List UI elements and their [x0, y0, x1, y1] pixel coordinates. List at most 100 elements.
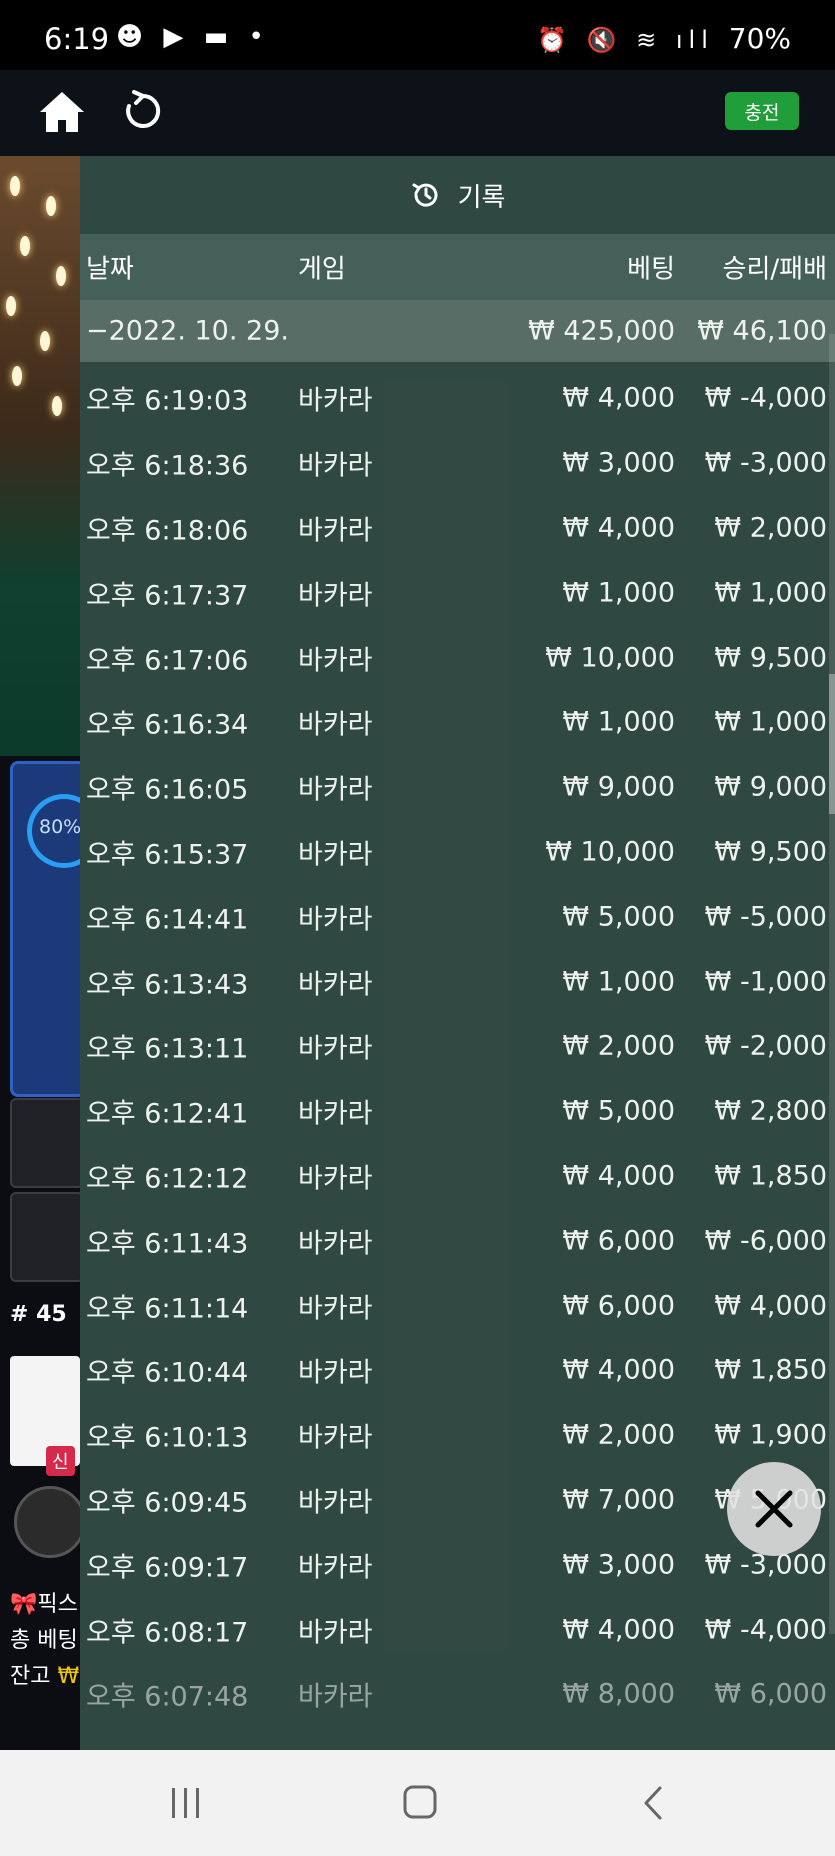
light-bulb — [56, 266, 66, 286]
row-bet: ₩ 5,000 — [562, 1095, 675, 1127]
recent-apps-icon[interactable] — [168, 1786, 204, 1824]
row-time: 오후 6:07:48 — [86, 1681, 249, 1713]
table-row[interactable]: 오후 6:12:41 바카라 ₩ 5,000 ₩ 2,800 — [80, 1079, 835, 1144]
history-title: 기록 — [457, 182, 506, 213]
row-time: 오후 6:08:17 — [86, 1617, 249, 1649]
light-bulb — [52, 396, 62, 416]
column-result: 승리/패배 — [722, 254, 827, 285]
table-row[interactable]: 오후 6:07:48 바카라 ₩ 8,000 ₩ 6,000 — [80, 1662, 835, 1727]
row-game: 바카라 — [298, 1098, 373, 1130]
row-time: 오후 6:14:41 — [86, 904, 249, 936]
balance-line: 잔고 ₩ — [10, 1658, 79, 1690]
row-result: ₩ 1,000 — [714, 706, 827, 738]
row-bet: ₩ 5,000 — [562, 901, 675, 933]
row-bet: ₩ 2,000 — [562, 1030, 675, 1062]
close-icon[interactable] — [727, 1462, 821, 1556]
row-time: 오후 6:16:34 — [86, 709, 249, 741]
table-row[interactable]: 오후 6:19:03 바카라 ₩ 4,000 ₩ -4,000 — [80, 366, 835, 431]
group-total-result: ₩ 46,100 — [697, 315, 827, 347]
table-row[interactable]: 오후 6:17:06 바카라 ₩ 10,000 ₩ 9,500 — [80, 625, 835, 690]
column-bet: 베팅 — [627, 254, 675, 285]
row-bet: ₩ 4,000 — [562, 1354, 675, 1386]
table-row[interactable]: 오후 6:16:34 바카라 ₩ 1,000 ₩ 1,000 — [80, 690, 835, 755]
date-group-row[interactable]: −2022. 10. 29. ₩ 425,000 ₩ 46,100 — [80, 300, 835, 362]
history-icon — [412, 183, 438, 207]
table-row[interactable]: 오후 6:13:43 바카라 ₩ 1,000 ₩ -1,000 — [80, 949, 835, 1014]
row-game: 바카라 — [298, 580, 373, 612]
row-bet: ₩ 1,000 — [562, 577, 675, 609]
table-row[interactable]: 오후 6:08:17 바카라 ₩ 4,000 ₩ -4,000 — [80, 1597, 835, 1662]
row-game: 바카라 — [298, 904, 373, 936]
row-game: 바카라 — [298, 450, 373, 482]
charge-button[interactable]: 충전 — [725, 92, 799, 130]
light-bulb — [20, 236, 30, 256]
row-bet: ₩ 1,000 — [562, 706, 675, 738]
row-result: ₩ 9,500 — [714, 836, 827, 868]
row-result: ₩ -3,000 — [704, 447, 827, 479]
table-row[interactable]: 오후 6:11:43 바카라 ₩ 6,000 ₩ -6,000 — [80, 1208, 835, 1273]
refresh-icon[interactable] — [120, 88, 166, 134]
table-row[interactable]: 오후 6:14:41 바카라 ₩ 5,000 ₩ -5,000 — [80, 884, 835, 949]
row-game: 바카라 — [298, 1681, 373, 1713]
table-row[interactable]: 오후 6:17:37 바카라 ₩ 1,000 ₩ 1,000 — [80, 560, 835, 625]
row-game: 바카라 — [298, 1228, 373, 1260]
back-icon[interactable] — [640, 1786, 666, 1824]
row-result: ₩ 9,000 — [714, 771, 827, 803]
row-result: ₩ 6,000 — [714, 1678, 827, 1710]
row-result: ₩ 1,850 — [714, 1354, 827, 1386]
light-bulb — [40, 331, 50, 351]
player-button[interactable] — [10, 1098, 80, 1188]
light-bulb — [12, 366, 22, 386]
nav-home-icon[interactable] — [402, 1784, 438, 1824]
game-background: 80% # 45 신 🎀픽스 총 베팅 잔고 ₩ — [0, 156, 80, 1750]
status-bar: 6:19 ☻ ▶ ▬ • ⏰ 🔇 ≋ ıll 70% — [0, 0, 835, 70]
table-row[interactable]: 오후 6:18:36 바카라 ₩ 3,000 ₩ -3,000 — [80, 431, 835, 496]
table-row[interactable]: 오후 6:09:45바카라₩ 7,000₩ 5,000 — [80, 1468, 835, 1533]
table-row[interactable]: 오후 6:10:44 바카라 ₩ 4,000 ₩ 1,850 — [80, 1338, 835, 1403]
table-row[interactable]: 오후 6:15:37 바카라 ₩ 10,000 ₩ 9,500 — [80, 820, 835, 885]
battery-level: 70% — [728, 22, 791, 55]
row-time: 오후 6:18:36 — [86, 450, 249, 482]
row-result: ₩ 1,850 — [714, 1160, 827, 1192]
row-time: 오후 6:09:17 — [86, 1552, 249, 1584]
system-status-icons: ⏰ 🔇 ≋ ıll — [537, 26, 714, 54]
row-result: ₩ 2,000 — [714, 512, 827, 544]
row-time: 오후 6:12:41 — [86, 1098, 249, 1130]
row-time: 오후 6:11:14 — [86, 1293, 249, 1325]
row-game: 바카라 — [298, 1357, 373, 1389]
row-game: 바카라 — [298, 709, 373, 741]
row-game: 바카라 — [298, 1422, 373, 1454]
chip-icon[interactable] — [14, 1486, 80, 1558]
row-time: 오후 6:13:43 — [86, 969, 249, 1001]
row-game: 바카라 — [298, 774, 373, 806]
row-game: 바카라 — [298, 1033, 373, 1065]
table-row[interactable]: 오후 6:18:06 바카라 ₩ 4,000 ₩ 2,000 — [80, 496, 835, 561]
table-row[interactable]: 오후 6:13:11 바카라 ₩ 2,000 ₩ -2,000 — [80, 1014, 835, 1079]
group-total-bet: ₩ 425,000 — [528, 315, 675, 347]
history-title-bar: 기록 — [80, 156, 835, 234]
table-row[interactable]: 오후 6:11:14 바카라 ₩ 6,000 ₩ 4,000 — [80, 1273, 835, 1338]
table-row[interactable]: 오후 6:16:05 바카라 ₩ 9,000 ₩ 9,000 — [80, 755, 835, 820]
row-bet: ₩ 7,000 — [562, 1484, 675, 1516]
row-game: 바카라 — [298, 1293, 373, 1325]
row-result: ₩ -1,000 — [704, 966, 827, 998]
group-date: −2022. 10. 29. — [86, 315, 289, 347]
table-row[interactable]: 오후 6:12:12 바카라 ₩ 4,000 ₩ 1,850 — [80, 1144, 835, 1209]
row-bet: ₩ 8,000 — [562, 1678, 675, 1710]
row-bet: ₩ 4,000 — [562, 512, 675, 544]
system-status: ⏰ 🔇 ≋ ıll 70% — [537, 22, 791, 55]
table-row[interactable]: 오후 6:10:13 바카라 ₩ 2,000 ₩ 1,900 — [80, 1403, 835, 1468]
round-number: # 45 — [10, 1302, 67, 1327]
row-result: ₩ 1,000 — [714, 577, 827, 609]
scrollbar[interactable] — [829, 334, 835, 1634]
row-time: 오후 6:19:03 — [86, 385, 249, 417]
home-icon[interactable] — [38, 90, 86, 134]
table-header: 날짜 게임 베팅 승리/패배 — [80, 234, 835, 300]
row-time: 오후 6:09:45 — [86, 1487, 249, 1519]
table-row[interactable]: 오후 6:09:17 바카라 ₩ 3,000 ₩ -3,000 — [80, 1532, 835, 1597]
row-time: 오후 6:17:06 — [86, 645, 249, 677]
scroll-thumb[interactable] — [829, 674, 835, 814]
row-bet: ₩ 10,000 — [545, 836, 675, 868]
row-time: 오후 6:11:43 — [86, 1228, 249, 1260]
player-pair-button[interactable] — [10, 1192, 80, 1282]
